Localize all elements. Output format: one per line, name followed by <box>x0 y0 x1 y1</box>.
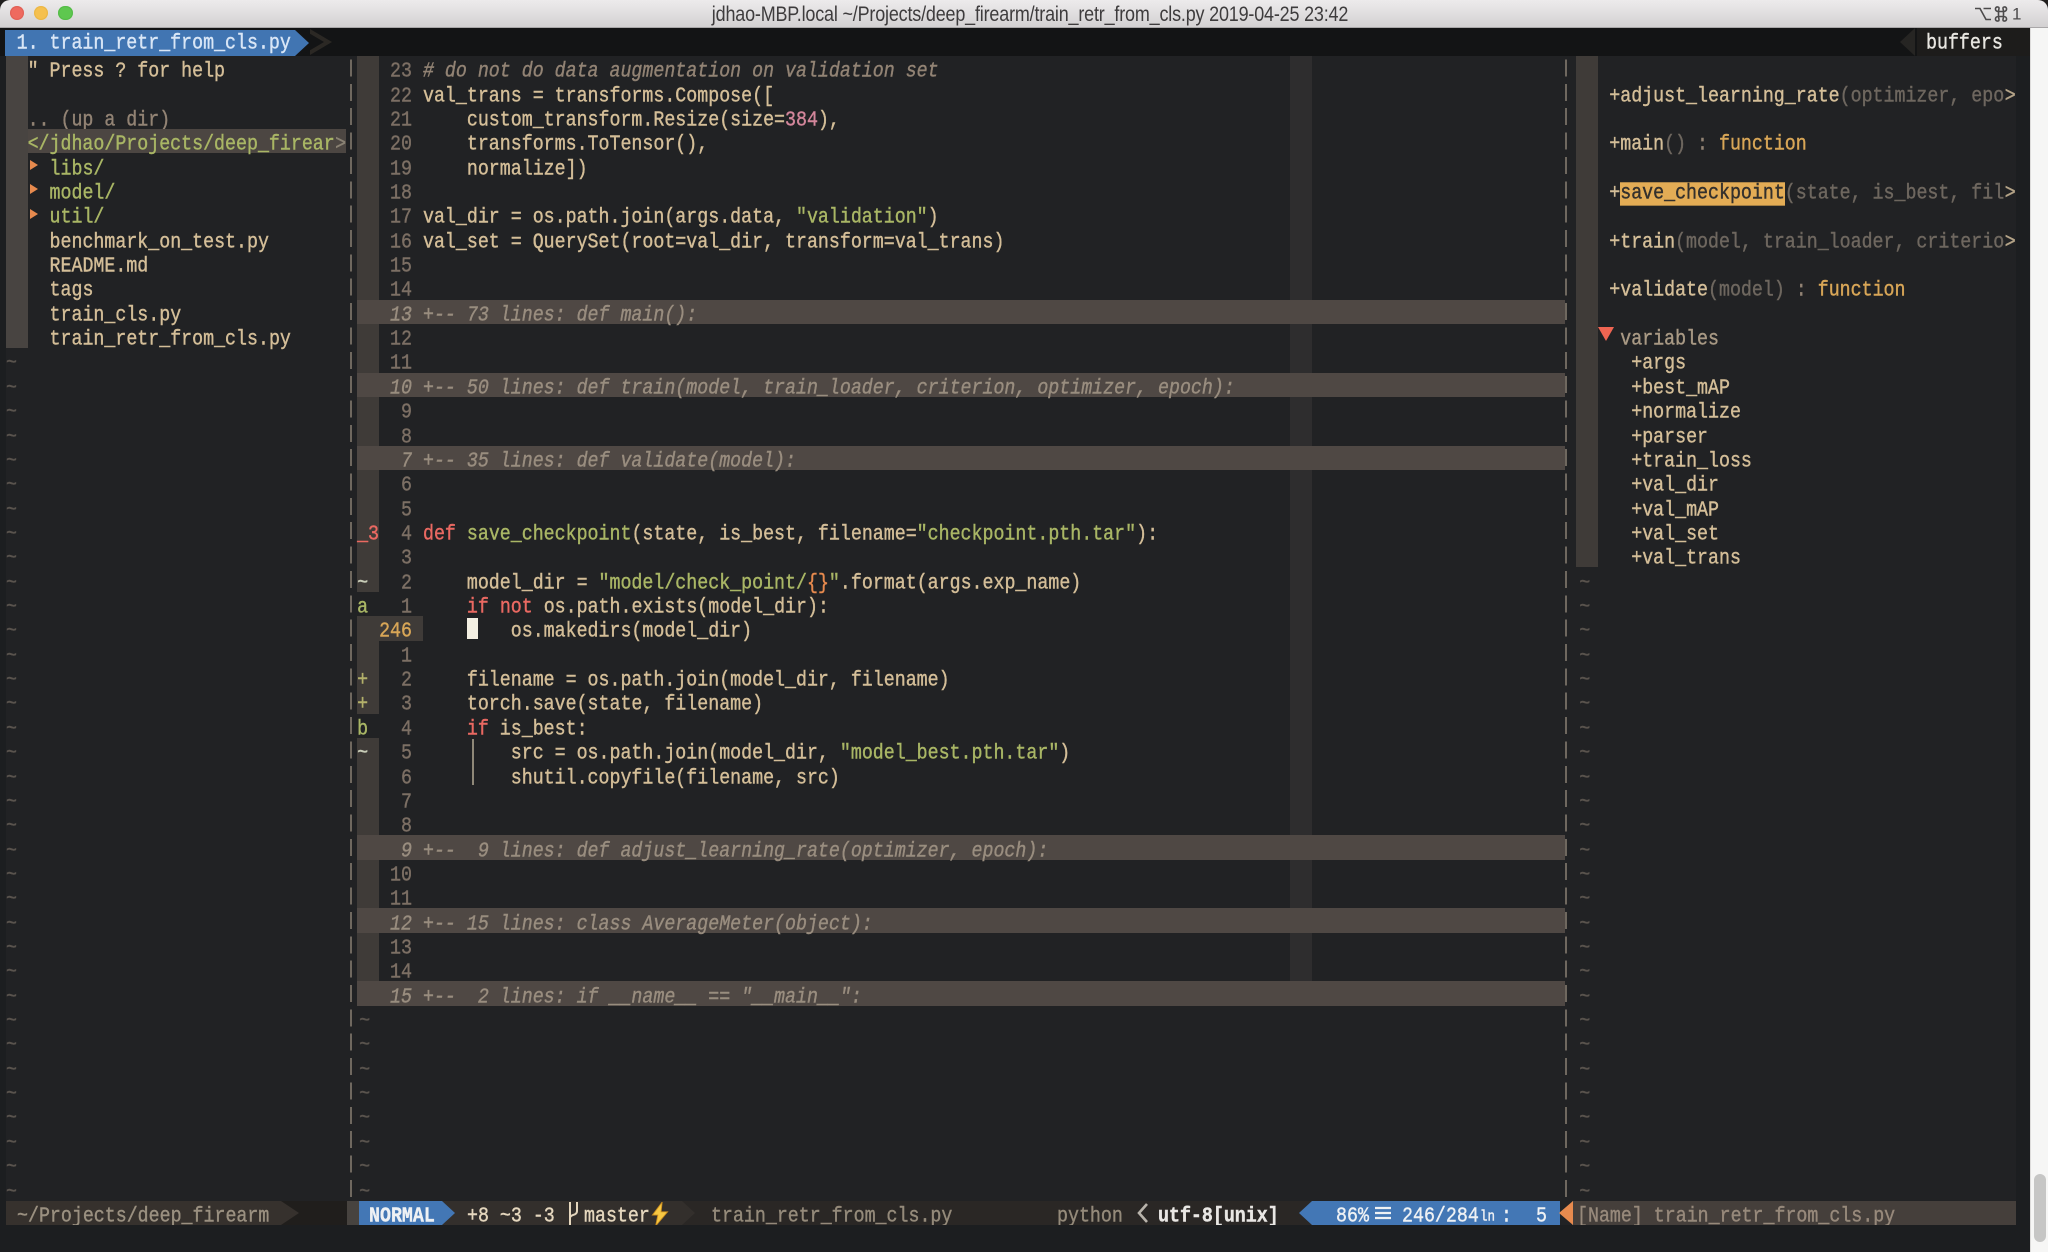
svg-text:1: 1 <box>2012 5 2021 23</box>
